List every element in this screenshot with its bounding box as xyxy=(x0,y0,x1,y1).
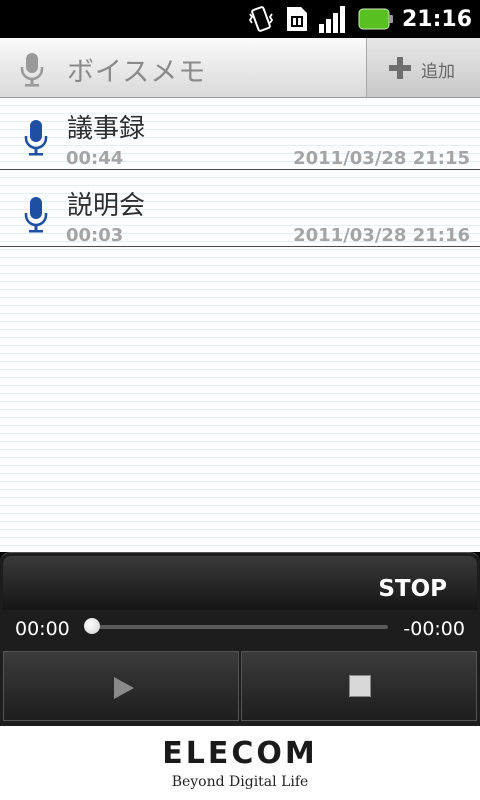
plus-icon xyxy=(389,57,411,79)
recording-list: 議事録 00:44 2011/03/28 21:15 説明会 00:03 201… xyxy=(0,98,480,552)
recording-title: 説明会 xyxy=(67,191,146,221)
recording-duration: 00:44 xyxy=(66,148,124,169)
recording-datetime: 2011/03/28 21:16 xyxy=(293,225,470,246)
sim-card-icon xyxy=(286,7,307,31)
brand-banner[interactable]: ELECOM Beyond Digital Life xyxy=(0,726,480,800)
recording-title: 議事録 xyxy=(67,114,146,144)
clock: 21:16 xyxy=(401,6,472,32)
list-item[interactable]: 説明会 00:03 2011/03/28 21:16 xyxy=(0,175,480,247)
microphone-icon xyxy=(24,120,48,156)
add-button-label: 追加 xyxy=(421,62,455,82)
recording-datetime: 2011/03/28 21:15 xyxy=(293,148,470,169)
play-button[interactable] xyxy=(3,651,239,721)
battery-icon xyxy=(358,8,393,30)
stop-button[interactable] xyxy=(241,651,477,721)
signal-icon xyxy=(318,6,345,33)
app-header: ボイスメモ 追加 xyxy=(0,38,480,98)
seek-thumb[interactable] xyxy=(84,618,100,634)
play-icon xyxy=(114,677,134,699)
app-title: ボイスメモ xyxy=(67,57,207,88)
player-panel: STOP 00:00 -00:00 xyxy=(0,552,480,726)
vibrate-icon xyxy=(248,6,274,32)
recording-duration: 00:03 xyxy=(66,225,124,246)
seek-bar[interactable] xyxy=(92,625,388,629)
elapsed-time: 00:00 xyxy=(15,618,70,640)
microphone-icon xyxy=(20,53,44,87)
brand-tagline: Beyond Digital Life xyxy=(171,774,309,790)
microphone-icon xyxy=(24,197,48,233)
brand-logo: ELECOM xyxy=(162,736,318,771)
stop-icon xyxy=(349,675,371,697)
player-status-bar: STOP xyxy=(3,556,477,610)
status-bar: 21:16 xyxy=(0,0,480,38)
player-state-label: STOP xyxy=(378,576,447,602)
remaining-time: -00:00 xyxy=(403,618,465,640)
list-item[interactable]: 議事録 00:44 2011/03/28 21:15 xyxy=(0,98,480,170)
add-button[interactable]: 追加 xyxy=(366,38,480,97)
